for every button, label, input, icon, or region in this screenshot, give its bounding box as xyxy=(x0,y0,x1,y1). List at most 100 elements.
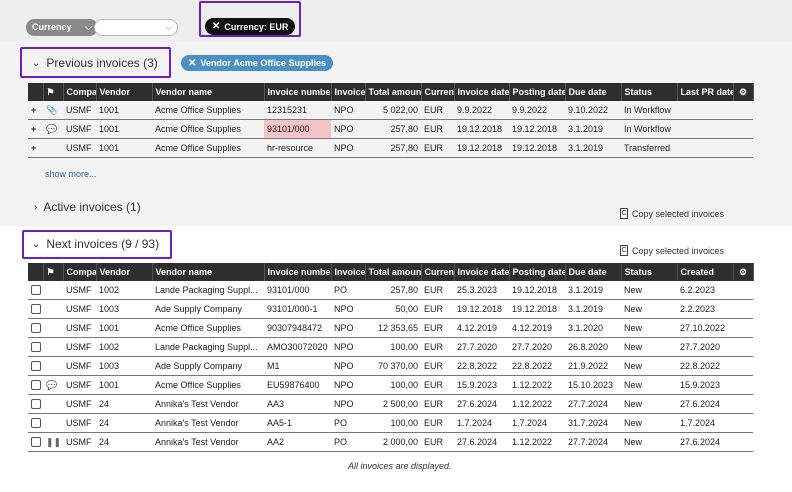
column-header[interactable]: Vendor name xyxy=(152,263,265,281)
copy-label: Copy selected invoices xyxy=(632,208,725,219)
column-header[interactable]: Status xyxy=(621,83,678,101)
cell-vendor: 1001 xyxy=(96,318,152,338)
cell-invoice-number: AMO30072020 xyxy=(264,337,331,357)
table-row[interactable]: USMF 1003 Ade Supply Company 93101/000-1 NPO… xyxy=(28,299,753,319)
table-row[interactable]: USMF 24 Annika's Test Vendor AA3 NPO 2 500,00… xyxy=(28,394,753,414)
vendor-filter-chip[interactable]: ✕ Vendor Acme Office Supplies xyxy=(181,55,333,71)
column-header[interactable]: Vendor name xyxy=(152,83,265,101)
table-row[interactable]: USMF 1002 Lande Packaging Suppl... 93101/00… xyxy=(28,281,753,300)
expand-row-icon[interactable]: + xyxy=(28,101,43,120)
column-header[interactable]: Last PR date xyxy=(677,83,734,101)
expand-row-icon[interactable]: + xyxy=(28,138,43,158)
cell-last xyxy=(677,138,733,158)
cell-posting-date: 1.12.2022 xyxy=(509,394,565,414)
close-icon[interactable]: ✕ xyxy=(188,58,196,69)
table-row[interactable]: + 💬 USMF 1001 Acme Office Supplies 93101/000 N… xyxy=(28,119,753,139)
close-icon[interactable]: ✕ xyxy=(212,21,220,32)
row-checkbox[interactable] xyxy=(31,285,41,296)
row-checkbox-cell[interactable] xyxy=(28,413,43,433)
row-checkbox[interactable] xyxy=(31,304,41,315)
row-checkbox-cell[interactable] xyxy=(28,356,43,376)
currency-filter-chip[interactable]: ✕ Currency: EUR xyxy=(205,18,296,35)
column-header[interactable]: Company xyxy=(63,83,97,101)
row-checkbox[interactable] xyxy=(31,361,41,372)
expand-row-icon[interactable]: + xyxy=(28,119,43,139)
column-header[interactable]: Created xyxy=(677,263,734,281)
cell-currency: EUR xyxy=(421,119,454,139)
column-header[interactable]: Invoice number xyxy=(264,83,332,101)
filter-value-input[interactable]: ⌵ xyxy=(94,18,178,36)
row-status-icon xyxy=(43,299,63,319)
table-row[interactable]: USMF 1001 Acme Office Supplies 90307948472 N… xyxy=(28,318,753,338)
row-checkbox-cell[interactable] xyxy=(28,375,43,395)
row-spacer xyxy=(733,337,753,357)
column-header[interactable]: Due date xyxy=(565,83,622,101)
column-header[interactable]: Total amount xyxy=(365,263,422,281)
row-checkbox-cell[interactable] xyxy=(28,394,43,414)
row-checkbox-cell[interactable] xyxy=(28,299,43,319)
cell-invoice-date: 27.7.2020 xyxy=(454,337,509,357)
cell-invoice: PO xyxy=(331,281,365,300)
row-checkbox-cell[interactable] xyxy=(28,337,43,357)
next-invoices-header[interactable]: ⌄ Next invoices (9 / 93) xyxy=(32,237,159,251)
copy-active-invoices-button[interactable]: C Copy selected invoices xyxy=(620,208,724,219)
column-header[interactable]: Invoice xyxy=(331,263,366,281)
cell-status: New xyxy=(621,356,677,376)
row-checkbox-cell[interactable] xyxy=(28,318,43,338)
column-header[interactable]: Currency xyxy=(421,263,455,281)
column-header[interactable]: Posting date xyxy=(509,83,566,101)
table-row[interactable]: + USMF 1001 Acme Office Supplies hr-resource… xyxy=(28,138,753,158)
table-row[interactable]: USMF 1003 Ade Supply Company M1 NPO 70 370,00… xyxy=(28,356,753,376)
row-checkbox-cell[interactable] xyxy=(28,281,43,300)
cell-currency: EUR xyxy=(421,432,454,452)
column-header[interactable]: Due date xyxy=(565,263,622,281)
settings-gear-icon[interactable]: ⚙ xyxy=(733,263,754,281)
column-header[interactable]: Invoice xyxy=(331,83,366,101)
column-header[interactable]: Company xyxy=(63,263,97,281)
row-checkbox[interactable] xyxy=(31,399,41,410)
column-header[interactable]: Posting date xyxy=(509,263,566,281)
cell-invoice: NPO xyxy=(331,138,365,158)
settings-gear-icon[interactable]: ⚙ xyxy=(733,83,754,101)
flag-icon[interactable]: ⚑ xyxy=(43,263,64,281)
column-header[interactable]: Vendor xyxy=(96,263,153,281)
cell-currency: EUR xyxy=(421,138,454,158)
cell-vendor-name: Annika's Test Vendor xyxy=(152,432,264,452)
cell-vendor-name: Ade Supply Company xyxy=(152,299,264,319)
vendor-chip-value: Acme Office Supplies xyxy=(233,58,326,68)
row-checkbox[interactable] xyxy=(31,380,41,391)
cell-due-date: 27.7.2024 xyxy=(565,394,621,414)
cell-vendor: 1003 xyxy=(96,356,152,376)
column-header[interactable]: Status xyxy=(621,263,678,281)
active-invoices-title: Active invoices (1) xyxy=(43,200,141,214)
column-header[interactable]: Currency xyxy=(421,83,455,101)
column-header[interactable]: Invoice date xyxy=(454,263,510,281)
copy-next-invoices-button[interactable]: C Copy selected invoices xyxy=(620,245,724,256)
filter-field-select[interactable]: Currency ⌵ xyxy=(26,18,98,36)
column-header[interactable]: Invoice number xyxy=(264,263,332,281)
row-checkbox-cell[interactable] xyxy=(28,432,43,452)
column-header[interactable]: Invoice date xyxy=(454,83,510,101)
cell-company: USMF xyxy=(63,432,96,452)
table-row[interactable]: ❚❚ USMF 24 Annika's Test Vendor AA2 PO 2 000,0… xyxy=(28,432,753,452)
row-spacer xyxy=(733,356,753,376)
row-checkbox[interactable] xyxy=(31,323,41,334)
table-row[interactable]: USMF 24 Annika's Test Vendor AA5-1 PO 100,00 E… xyxy=(28,413,753,433)
row-checkbox[interactable] xyxy=(31,342,41,353)
active-invoices-header[interactable]: › Active invoices (1) xyxy=(34,200,141,214)
column-header[interactable] xyxy=(28,263,44,281)
row-checkbox[interactable] xyxy=(31,418,41,429)
cell-company: USMF xyxy=(63,394,96,414)
flag-icon[interactable]: ⚑ xyxy=(43,83,64,101)
cell-company: USMF xyxy=(63,375,96,395)
row-checkbox[interactable] xyxy=(31,437,41,448)
table-row[interactable]: + 📎 USMF 1001 Acme Office Supplies 12315231 NP… xyxy=(28,101,753,120)
column-header[interactable]: Total amount xyxy=(365,83,422,101)
show-more-link[interactable]: show more... xyxy=(45,169,97,179)
cell-due-date: 31.7.2024 xyxy=(565,413,621,433)
column-header[interactable]: Vendor xyxy=(96,83,153,101)
column-header[interactable] xyxy=(28,83,44,101)
previous-invoices-header[interactable]: ⌄ Previous invoices (3) xyxy=(32,56,158,70)
table-row[interactable]: 💬 USMF 1001 Acme Office Supplies EU59876400 N… xyxy=(28,375,753,395)
table-row[interactable]: USMF 1002 Lande Packaging Suppl... AMO30072… xyxy=(28,337,753,357)
